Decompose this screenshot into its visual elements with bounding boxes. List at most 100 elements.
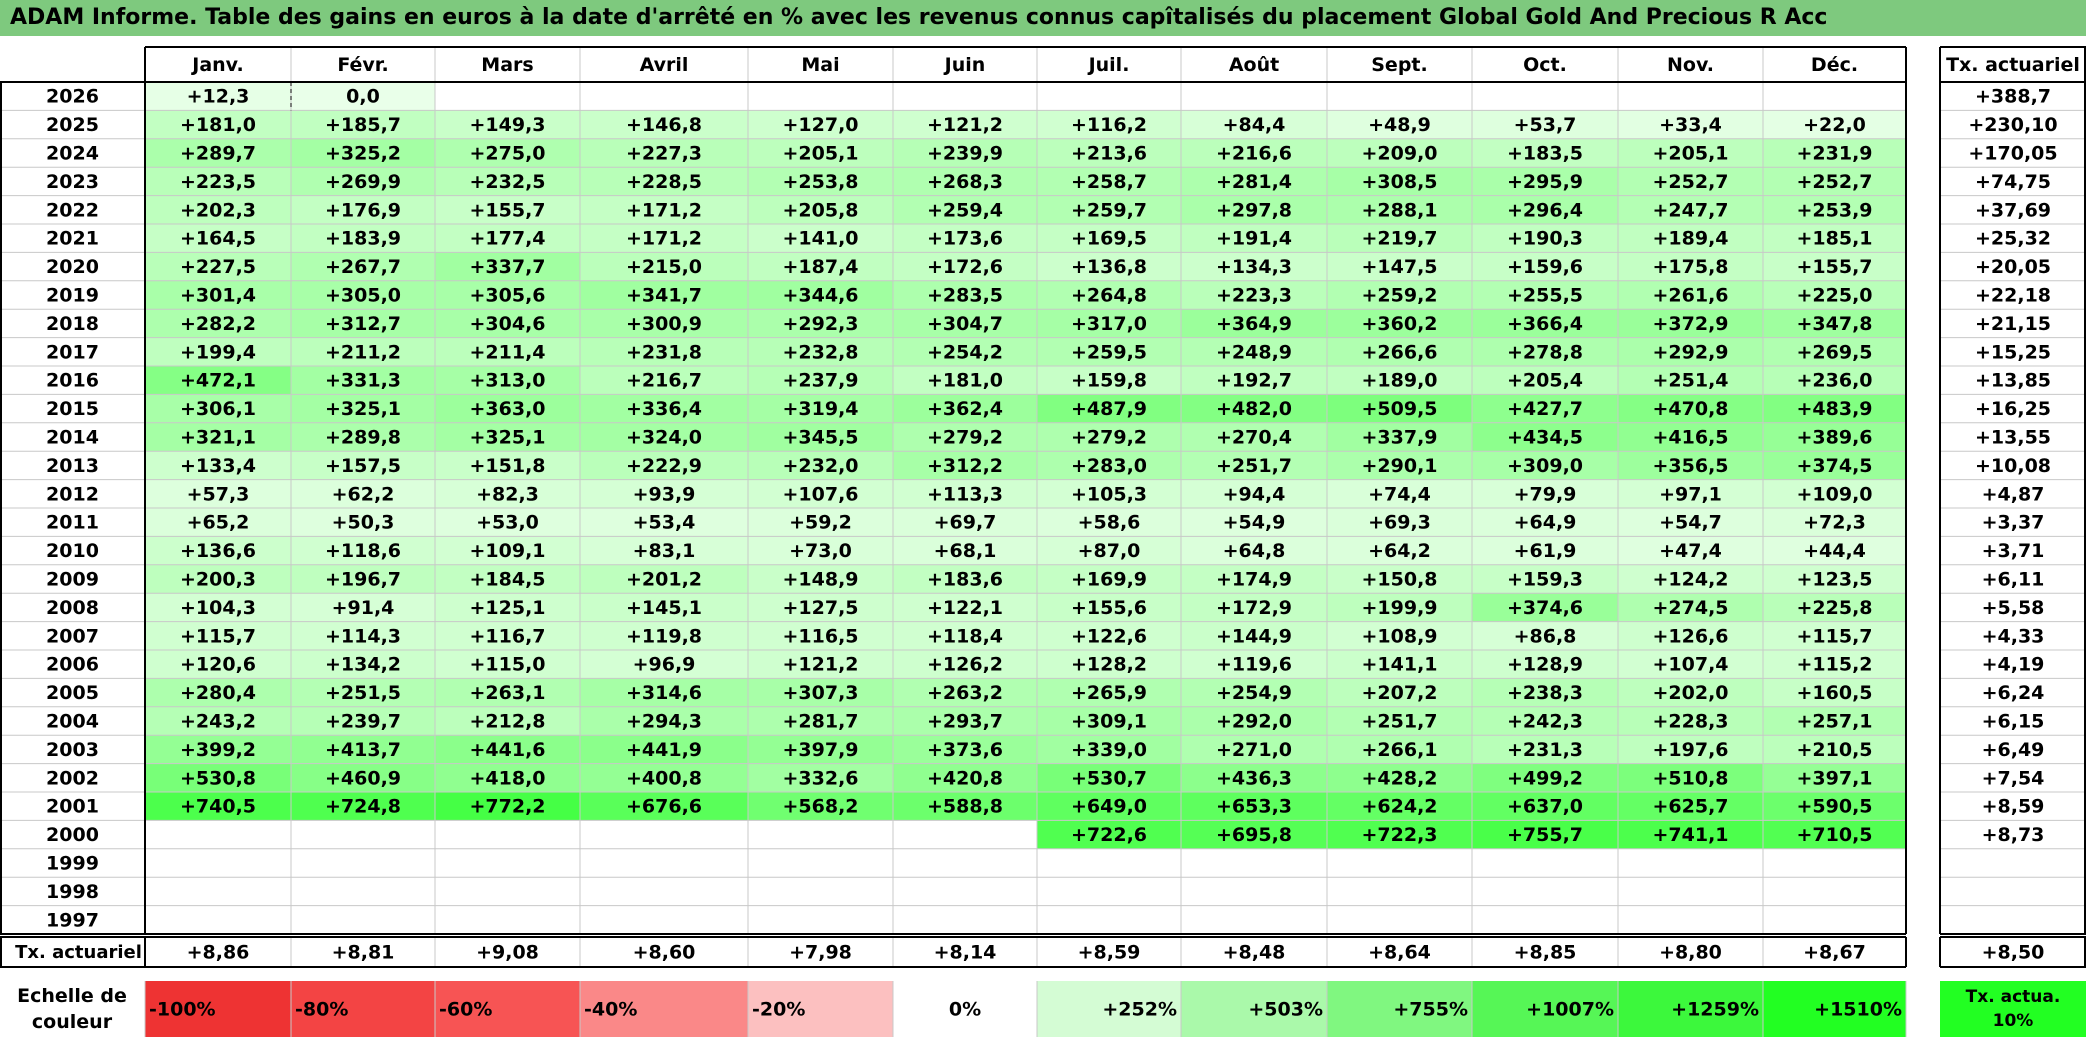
table-cell-value: +147,5 — [1361, 256, 1437, 278]
row-year-label: 1998 — [46, 881, 99, 903]
table-cell-value: +232,8 — [782, 341, 858, 363]
row-year-label: 2010 — [46, 540, 99, 562]
footer-rate-value: +8,67 — [1803, 942, 1866, 964]
table-cell-value: +210,5 — [1796, 739, 1872, 761]
row-year-label: 2024 — [46, 143, 99, 165]
table-cell-value: +312,2 — [927, 455, 1003, 477]
table-cell-value: 0,0 — [346, 86, 380, 108]
table-cell-value: +339,0 — [1071, 739, 1147, 761]
table-cell-value: +255,5 — [1507, 285, 1583, 307]
table-cell-value: +171,2 — [626, 228, 702, 250]
table-cell-value: +231,8 — [626, 341, 702, 363]
table-cell-value: +304,7 — [927, 313, 1003, 335]
table-cell-value: +509,5 — [1361, 398, 1437, 420]
color-scale-step-label: +252% — [1102, 999, 1177, 1021]
table-cell-value: +128,2 — [1071, 654, 1147, 676]
table-cell-value: +266,1 — [1361, 739, 1437, 761]
table-cell-value: +191,4 — [1216, 228, 1292, 250]
table-cell-value: +164,5 — [180, 228, 256, 250]
row-rate-value: +4,87 — [1982, 483, 2045, 505]
table-cell-value: +91,4 — [332, 597, 395, 619]
month-header: Mars — [481, 54, 533, 76]
row-year-label: 2008 — [46, 597, 99, 619]
table-cell-value: +271,0 — [1216, 739, 1292, 761]
table-cell-value: +263,2 — [927, 682, 1003, 704]
table-cell-value: +280,4 — [180, 682, 256, 704]
month-header: Mai — [801, 54, 839, 76]
table-cell-value: +305,0 — [325, 285, 401, 307]
table-cell-value: +201,2 — [626, 569, 702, 591]
table-cell-value: +231,3 — [1507, 739, 1583, 761]
table-cell-value: +366,4 — [1507, 313, 1583, 335]
table-cell-value: +53,0 — [476, 512, 539, 534]
table-cell-value: +125,1 — [469, 597, 545, 619]
row-year-label: 2014 — [46, 427, 99, 449]
table-cell-value: +171,2 — [626, 199, 702, 221]
table-cell-value: +64,9 — [1514, 512, 1577, 534]
table-cell-value: +192,7 — [1216, 370, 1292, 392]
table-cell-value: +141,1 — [1361, 654, 1437, 676]
table-cell-value: +68,1 — [934, 540, 997, 562]
table-cell-value: +292,3 — [782, 313, 858, 335]
table-cell-value: +290,1 — [1361, 455, 1437, 477]
table-cell-value: +237,9 — [782, 370, 858, 392]
table-cell-value: +74,4 — [1368, 483, 1431, 505]
table-cell-value: +637,0 — [1507, 796, 1583, 818]
row-rate-value: +3,37 — [1982, 512, 2045, 534]
table-cell-value: +252,7 — [1796, 171, 1872, 193]
row-year-label: 2006 — [46, 654, 99, 676]
table-cell-value: +185,7 — [325, 114, 401, 136]
table-cell-value: +87,0 — [1078, 540, 1141, 562]
table-cell-value: +288,1 — [1361, 199, 1437, 221]
table-cell-value: +341,7 — [626, 285, 702, 307]
table-cell-value: +115,0 — [469, 654, 545, 676]
table-cell-value: +97,1 — [1659, 483, 1722, 505]
table-cell-value: +175,8 — [1652, 256, 1728, 278]
table-cell-value: +107,4 — [1652, 654, 1728, 676]
table-cell-value: +222,9 — [626, 455, 702, 477]
row-rate-value: +25,32 — [1975, 228, 2051, 250]
table-cell-value: +93,9 — [633, 483, 696, 505]
month-header: Févr. — [337, 54, 388, 76]
table-cell-value: +362,4 — [927, 398, 1003, 420]
table-cell-value: +205,8 — [782, 199, 858, 221]
row-rate-value: +170,05 — [1968, 143, 2057, 165]
table-cell-value: +266,6 — [1361, 341, 1437, 363]
table-cell-value: +427,7 — [1507, 398, 1583, 420]
table-cell-value: +62,2 — [332, 483, 395, 505]
table-cell-value: +625,7 — [1652, 796, 1728, 818]
table-cell-value: +373,6 — [927, 739, 1003, 761]
row-year-label: 2005 — [46, 682, 99, 704]
table-cell-value: +243,2 — [180, 711, 256, 733]
row-year-label: 2025 — [46, 114, 99, 136]
table-cell-value: +115,2 — [1796, 654, 1872, 676]
table-cell-value: +134,2 — [325, 654, 401, 676]
table-cell-value: +413,7 — [325, 739, 401, 761]
table-cell-value: +202,3 — [180, 199, 256, 221]
table-cell-value: +345,5 — [782, 427, 858, 449]
row-rate-value: +5,58 — [1982, 597, 2045, 619]
table-cell-value: +136,6 — [180, 540, 256, 562]
month-header: Juil. — [1087, 54, 1130, 76]
table-cell-value: +157,5 — [325, 455, 401, 477]
table-cell-value: +319,4 — [782, 398, 858, 420]
table-cell-value: +205,1 — [1652, 143, 1728, 165]
table-cell-value: +33,4 — [1659, 114, 1722, 136]
table-cell-value: +57,3 — [187, 483, 250, 505]
month-header: Sept. — [1371, 54, 1427, 76]
row-rate-value: +13,85 — [1975, 370, 2051, 392]
table-cell-value: +306,1 — [180, 398, 256, 420]
rate-header: Tx. actuariel — [1946, 54, 2080, 76]
table-cell-value: +173,6 — [927, 228, 1003, 250]
table-cell-value: +307,3 — [782, 682, 858, 704]
table-cell-value: +127,5 — [782, 597, 858, 619]
table-cell-value: +755,7 — [1507, 824, 1583, 846]
table-cell-value: +115,7 — [180, 625, 256, 647]
table-cell-value: +114,3 — [325, 625, 401, 647]
row-rate-value: +20,05 — [1975, 256, 2051, 278]
table-cell-value: +289,8 — [325, 427, 401, 449]
table-cell-value: +279,2 — [927, 427, 1003, 449]
table-cell-value: +428,2 — [1361, 767, 1437, 789]
gains-table: Janv. Févr. Mars Avril Mai Juin Juil. Août Sept.… — [0, 46, 2086, 1037]
table-cell-value: +109,0 — [1796, 483, 1872, 505]
